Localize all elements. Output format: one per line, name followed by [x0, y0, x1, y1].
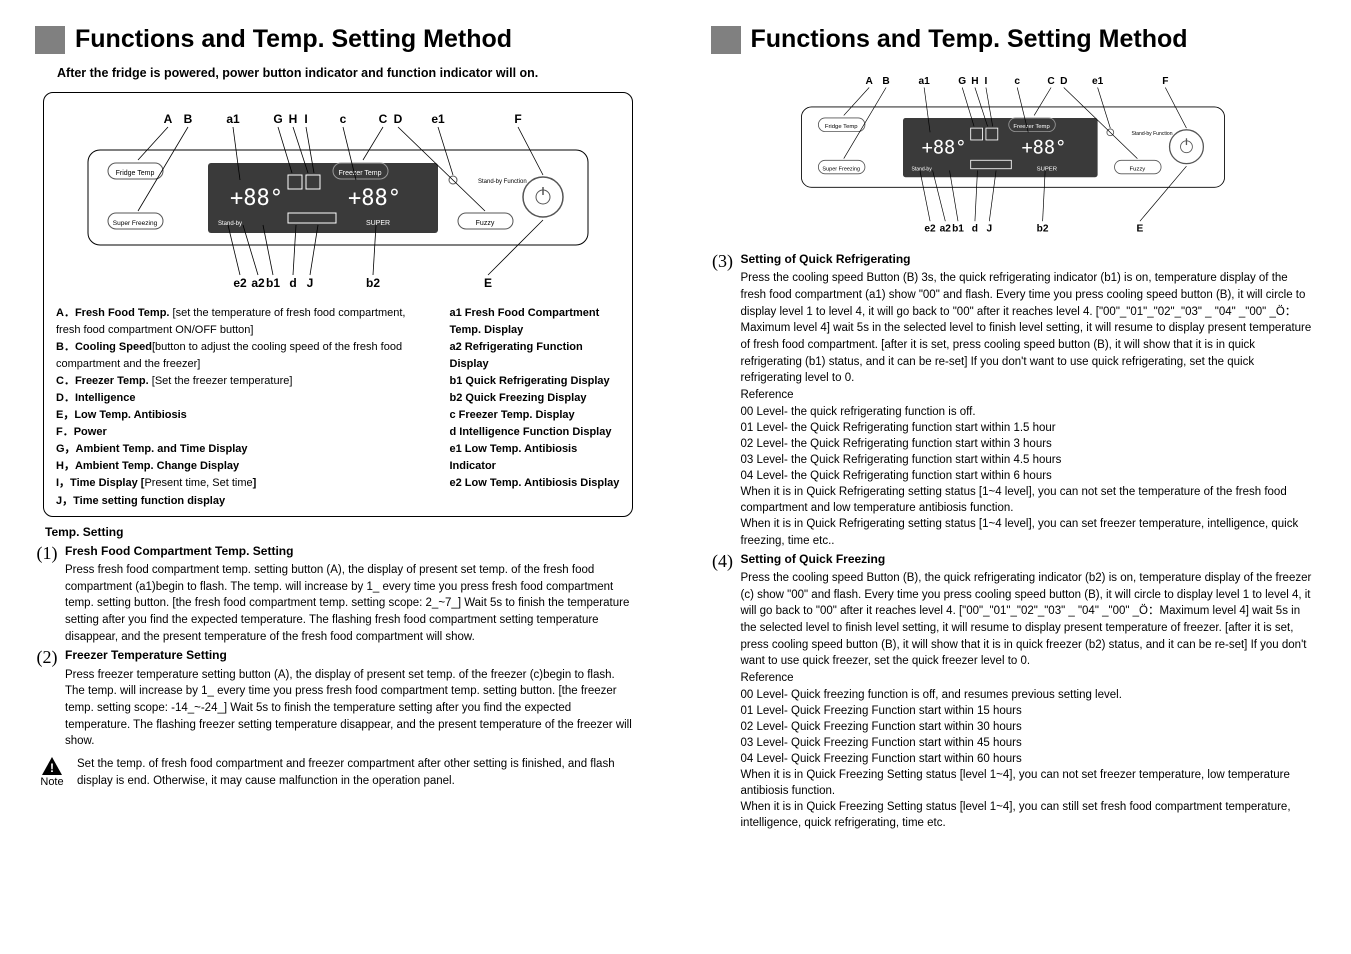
- svg-text:G: G: [959, 76, 967, 87]
- page-title: Functions and Temp. Setting Method: [75, 25, 512, 54]
- svg-text:Stand-by: Stand-by: [912, 166, 933, 172]
- svg-text:C: C: [1048, 76, 1056, 87]
- note-icon: ! Note: [35, 756, 69, 788]
- note-body: Set the temp. of fresh food compartment …: [77, 756, 637, 789]
- step-3-refs: 00 Level- the quick refrigerating functi…: [741, 404, 1313, 549]
- svg-text:F: F: [1162, 76, 1168, 87]
- svg-text:e2: e2: [233, 276, 247, 290]
- svg-text:E: E: [1137, 223, 1144, 234]
- svg-text:Stand-by: Stand-by: [218, 221, 242, 227]
- right-diagram-wrap: Fridge Temp Super Freezing Freezer Temp …: [793, 66, 1233, 241]
- step-4: (4) Setting of Quick Freezing Press the …: [711, 551, 1317, 832]
- svg-text:e1: e1: [1092, 76, 1104, 87]
- step-3-head: Setting of Quick Refrigerating: [741, 251, 1313, 268]
- svg-text:H: H: [972, 76, 979, 87]
- svg-text:d: d: [289, 276, 296, 290]
- svg-text:J: J: [306, 276, 313, 290]
- svg-text:b1: b1: [952, 223, 964, 234]
- step-3-body: Press the cooling speed Button (B) 3s, t…: [741, 270, 1313, 387]
- svg-text:Freezer Temp: Freezer Temp: [1014, 124, 1051, 130]
- title-accent-block: [35, 26, 65, 54]
- step-number-3: (3): [711, 251, 735, 273]
- step-2-body: Press freezer temperature setting button…: [65, 667, 637, 750]
- note-row: ! Note Set the temp. of fresh food compa…: [35, 756, 641, 789]
- svg-text:Fridge Temp: Fridge Temp: [825, 124, 858, 130]
- svg-text:Fridge Temp: Fridge Temp: [115, 170, 154, 177]
- svg-text:C: C: [378, 112, 387, 126]
- svg-text:Fuzzy: Fuzzy: [475, 220, 494, 227]
- step-1-head: Fresh Food Compartment Temp. Setting: [65, 543, 637, 560]
- svg-text:D: D: [1060, 76, 1067, 87]
- svg-text:b1: b1: [266, 276, 280, 290]
- note-label: Note: [40, 776, 63, 788]
- svg-text:H: H: [288, 112, 297, 126]
- svg-text:a1: a1: [226, 112, 240, 126]
- step-1: (1) Fresh Food Compartment Temp. Setting…: [35, 543, 641, 646]
- warning-icon: !: [41, 756, 63, 776]
- step-number-2: (2): [35, 647, 59, 669]
- svg-text:I: I: [304, 112, 307, 126]
- title-row-right: Functions and Temp. Setting Method: [711, 25, 1317, 54]
- svg-text:b2: b2: [366, 276, 380, 290]
- step-3: (3) Setting of Quick Refrigerating Press…: [711, 251, 1317, 549]
- page-title-right: Functions and Temp. Setting Method: [751, 25, 1188, 54]
- legend-row: A．Fresh Food Temp. [set the temperature …: [56, 305, 620, 510]
- svg-text:a2: a2: [251, 276, 265, 290]
- svg-text:A: A: [163, 112, 172, 126]
- svg-text:+88°: +88°: [922, 138, 967, 159]
- svg-text:Stand-by Function: Stand-by Function: [1132, 131, 1173, 137]
- svg-text:SUPER: SUPER: [366, 220, 390, 227]
- svg-text:D: D: [393, 112, 402, 126]
- svg-text:Super Freezing: Super Freezing: [823, 166, 861, 172]
- svg-text:+88°: +88°: [230, 186, 283, 211]
- svg-text:Fuzzy: Fuzzy: [1130, 166, 1146, 172]
- control-panel-diagram: Fridge Temp Super Freezing Freezer Temp …: [78, 105, 598, 295]
- control-panel-diagram-right: Fridge Temp Super Freezing Freezer Temp …: [793, 66, 1233, 241]
- right-column: Functions and Temp. Setting Method Fridg…: [676, 0, 1351, 954]
- svg-text:I: I: [985, 76, 988, 87]
- step-4-refs: 00 Level- Quick freezing function is off…: [741, 687, 1313, 832]
- svg-text:SUPER: SUPER: [1037, 166, 1057, 172]
- step-4-body: Press the cooling speed Button (B), the …: [741, 570, 1313, 670]
- step-number-1: (1): [35, 543, 59, 565]
- svg-text:e2: e2: [925, 223, 937, 234]
- svg-text:B: B: [883, 76, 890, 87]
- svg-text:Super Freezing: Super Freezing: [113, 220, 158, 227]
- svg-text:b2: b2: [1037, 223, 1049, 234]
- step-number-4: (4): [711, 551, 735, 573]
- svg-text:a2: a2: [940, 223, 952, 234]
- svg-text:e1: e1: [431, 112, 445, 126]
- svg-text:c: c: [1015, 76, 1021, 87]
- svg-text:A: A: [866, 76, 874, 87]
- svg-text:B: B: [183, 112, 192, 126]
- svg-text:a1: a1: [919, 76, 931, 87]
- title-row: Functions and Temp. Setting Method: [35, 25, 641, 54]
- svg-text:!: !: [50, 761, 54, 775]
- step-1-body: Press fresh food compartment temp. setti…: [65, 562, 637, 645]
- svg-text:c: c: [339, 112, 346, 126]
- svg-text:Stand-by Function: Stand-by Function: [478, 179, 527, 185]
- subtitle: After the fridge is powered, power butto…: [57, 66, 641, 80]
- title-accent-block: [711, 26, 741, 54]
- svg-text:+88°: +88°: [1022, 138, 1067, 159]
- temp-setting-head: Temp. Setting: [45, 525, 641, 539]
- diagram-box: Fridge Temp Super Freezing Freezer Temp …: [43, 92, 633, 517]
- step-3-ref-head: Reference: [741, 387, 1313, 404]
- legend-right: a1 Fresh Food Compartment Temp. Displaya…: [450, 305, 620, 510]
- step-4-head: Setting of Quick Freezing: [741, 551, 1313, 568]
- svg-text:E: E: [484, 276, 492, 290]
- svg-text:Freezer Temp: Freezer Temp: [338, 170, 381, 177]
- step-4-ref-head: Reference: [741, 670, 1313, 687]
- svg-text:G: G: [273, 112, 282, 126]
- step-2: (2) Freezer Temperature Setting Press fr…: [35, 647, 641, 750]
- step-2-head: Freezer Temperature Setting: [65, 647, 637, 664]
- left-column: Functions and Temp. Setting Method After…: [0, 0, 676, 954]
- svg-text:+88°: +88°: [348, 186, 401, 211]
- legend-left: A．Fresh Food Temp. [set the temperature …: [56, 305, 432, 510]
- svg-text:J: J: [987, 223, 993, 234]
- svg-text:d: d: [972, 223, 978, 234]
- svg-text:F: F: [514, 112, 521, 126]
